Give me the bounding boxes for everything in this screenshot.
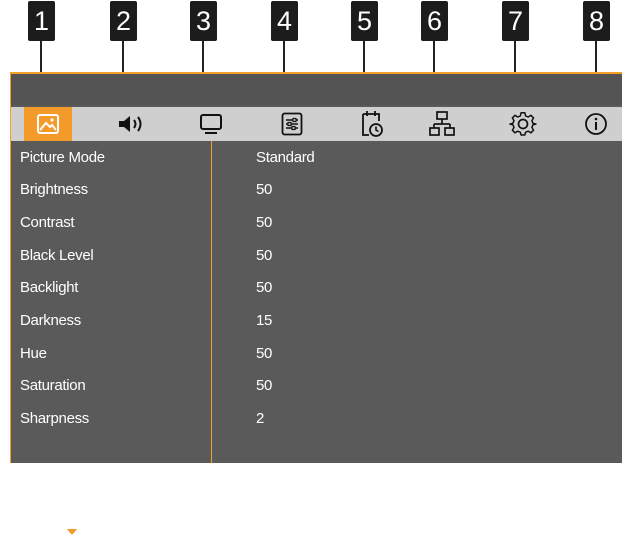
- setting-backlight[interactable]: Backlight: [20, 272, 78, 304]
- callout-4: 4: [271, 1, 298, 41]
- callout-8: 8: [583, 1, 610, 41]
- callout-5-leader: [363, 41, 365, 72]
- timer-icon: [362, 111, 383, 137]
- settings-list: Picture Mode Brightness Contrast Black L…: [11, 141, 212, 535]
- sound-icon: [119, 116, 142, 132]
- callout-5: 5: [351, 1, 378, 41]
- info-icon: [585, 113, 607, 135]
- callout-7-leader: [514, 41, 516, 72]
- callout-labels: 1 2 3 4 5 6 7 8: [0, 0, 622, 72]
- value-saturation: 50: [256, 377, 273, 394]
- settings-values: Standard 50 50 50 50 15 50 50 2: [212, 141, 622, 463]
- picture-icon: [37, 114, 59, 134]
- tab-settings[interactable]: [499, 107, 547, 141]
- callout-4-leader: [283, 41, 285, 72]
- callout-7: 7: [502, 1, 529, 41]
- value-brightness: 50: [256, 181, 273, 198]
- callout-6-leader: [433, 41, 435, 72]
- callout-8-leader: [595, 41, 597, 72]
- tab-sound[interactable]: [107, 107, 155, 141]
- adjustment-icon: [281, 112, 303, 136]
- setting-black-level[interactable]: Black Level: [20, 240, 94, 272]
- value-picture-mode: Standard: [256, 149, 315, 166]
- setting-contrast[interactable]: Contrast: [20, 207, 75, 239]
- value-hue: 50: [256, 345, 273, 362]
- tab-picture[interactable]: [24, 107, 72, 141]
- callout-3-leader: [202, 41, 204, 72]
- callout-6: 6: [421, 1, 448, 41]
- tab-network[interactable]: [418, 107, 466, 141]
- setting-saturation[interactable]: Saturation: [20, 370, 86, 402]
- osd-title-bar: [11, 74, 622, 105]
- settings-gear-icon: [509, 111, 537, 136]
- callout-2: 2: [110, 1, 137, 41]
- callout-1: 1: [28, 1, 55, 41]
- network-icon: [429, 111, 455, 136]
- value-contrast: 50: [256, 214, 273, 231]
- value-backlight: 50: [256, 279, 273, 296]
- value-darkness: 15: [256, 312, 273, 329]
- tab-info[interactable]: [572, 107, 620, 141]
- setting-darkness[interactable]: Darkness: [20, 305, 81, 337]
- value-sharpness: 2: [256, 410, 265, 427]
- callout-3: 3: [190, 1, 217, 41]
- menu-tab-bar: [11, 107, 622, 141]
- scroll-down-arrow-icon[interactable]: [67, 529, 77, 535]
- tab-timer[interactable]: [348, 107, 396, 141]
- callout-1-leader: [40, 41, 42, 72]
- setting-brightness[interactable]: Brightness: [20, 174, 88, 206]
- setting-sharpness[interactable]: Sharpness: [20, 403, 89, 435]
- tab-adjustment[interactable]: [268, 107, 316, 141]
- osd-menu: Picture Mode Brightness Contrast Black L…: [10, 72, 622, 535]
- display-icon: [200, 114, 222, 134]
- callout-2-leader: [122, 41, 124, 72]
- setting-hue[interactable]: Hue: [20, 338, 47, 370]
- value-black-level: 50: [256, 247, 273, 264]
- tab-display[interactable]: [187, 107, 235, 141]
- setting-picture-mode[interactable]: Picture Mode: [20, 142, 105, 174]
